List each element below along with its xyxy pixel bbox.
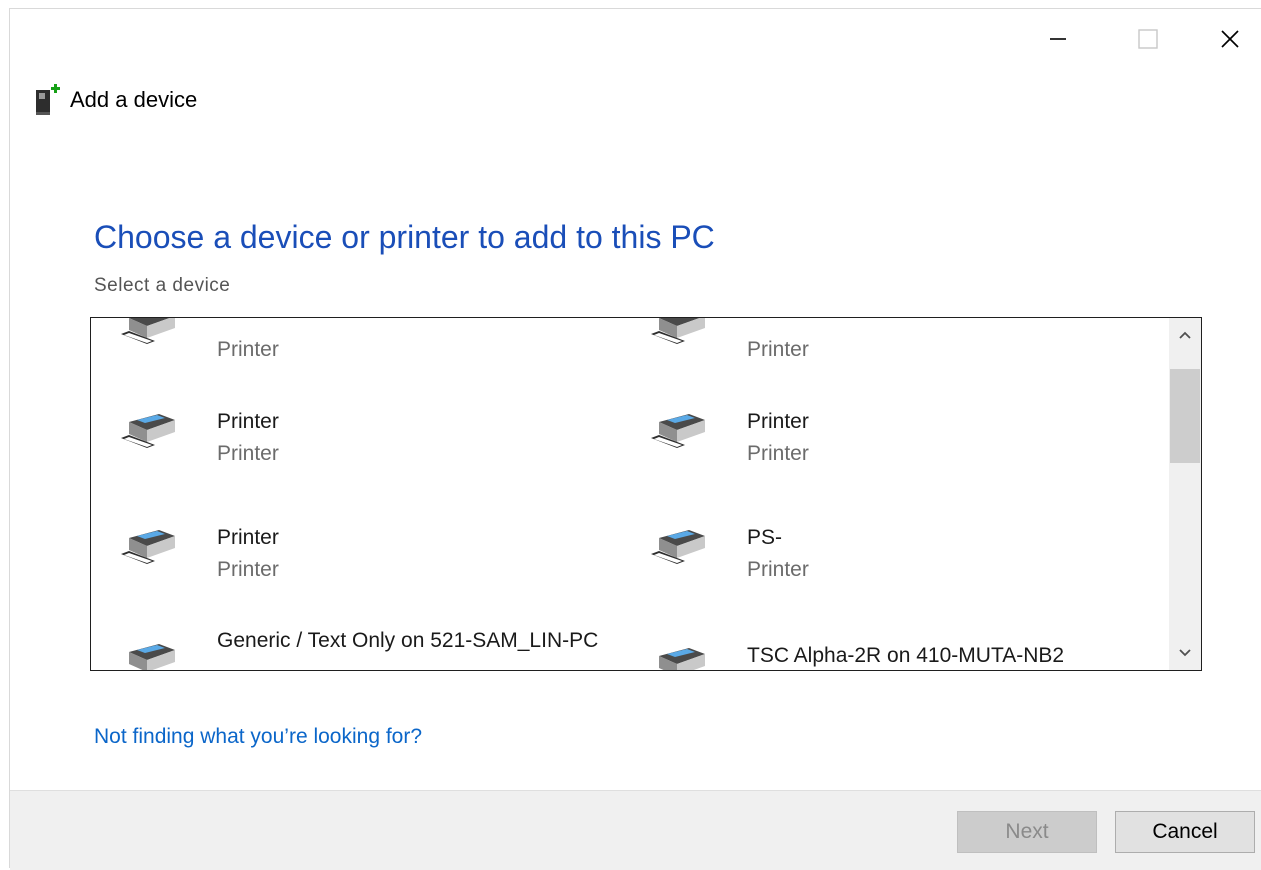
window-title: Add a device xyxy=(70,87,198,112)
next-button[interactable]: Next xyxy=(957,811,1097,853)
chevron-down-icon xyxy=(1179,649,1191,657)
printer-icon xyxy=(651,414,705,448)
title-bar: Add a device xyxy=(34,84,198,115)
printer-icon xyxy=(129,644,175,670)
device-name: TSC Alpha-2R on 410-MUTA-NB2 xyxy=(747,644,1065,667)
page-title: Choose a device or printer to add to thi… xyxy=(94,219,715,255)
printer-icon xyxy=(121,530,175,564)
device-type: Printer xyxy=(217,442,279,465)
device-type: Printer xyxy=(747,558,809,581)
close-button[interactable] xyxy=(1210,23,1250,55)
printer-icon xyxy=(659,648,705,670)
device-name: Printer xyxy=(217,526,279,549)
maximize-button xyxy=(1128,23,1168,55)
cancel-button[interactable]: Cancel xyxy=(1115,811,1255,853)
device-item[interactable]: Generic / Text Only on 521-SAM_LIN-PC xyxy=(119,624,619,670)
device-item[interactable]: Printer Printer xyxy=(649,408,1149,488)
printer-icon xyxy=(651,318,705,344)
printer-icon xyxy=(121,414,175,448)
device-item[interactable]: Printer Printer xyxy=(119,524,619,604)
device-type: Printer xyxy=(217,558,279,581)
not-finding-link[interactable]: Not finding what you’re looking for? xyxy=(94,725,422,749)
device-item[interactable]: Printer xyxy=(649,318,1149,384)
device-item[interactable]: Printer Printer xyxy=(119,408,619,488)
scroll-down-button[interactable] xyxy=(1169,636,1201,670)
printer-icon xyxy=(651,530,705,564)
device-item[interactable]: TSC Alpha-2R on 410-MUTA-NB2 xyxy=(649,624,1149,670)
close-icon xyxy=(1221,30,1239,48)
add-device-icon xyxy=(36,84,60,115)
chevron-up-icon xyxy=(1179,331,1191,339)
device-name: Printer xyxy=(217,410,279,433)
device-list[interactable]: Printer Printer Printer Printer Printer … xyxy=(90,317,1202,671)
printer-icon xyxy=(121,318,175,344)
scroll-up-button[interactable] xyxy=(1169,318,1201,352)
device-type: Printer xyxy=(747,338,809,361)
device-item[interactable]: Printer xyxy=(119,318,619,384)
device-name: Printer xyxy=(747,410,809,433)
minimize-button[interactable] xyxy=(1038,23,1078,55)
add-device-window: Add a device Choose a device or printer … xyxy=(9,8,1261,870)
maximize-icon xyxy=(1138,29,1158,49)
minimize-icon xyxy=(1050,38,1066,40)
device-item[interactable]: PS- Printer xyxy=(649,524,1149,604)
page-subtitle: Select a device xyxy=(94,275,231,296)
scroll-thumb[interactable] xyxy=(1170,369,1200,463)
device-name: Generic / Text Only on 521-SAM_LIN-PC xyxy=(217,629,599,652)
vertical-scrollbar[interactable] xyxy=(1169,318,1201,670)
device-type: Printer xyxy=(217,338,279,361)
device-type: Printer xyxy=(747,442,809,465)
device-name: PS- xyxy=(747,526,783,549)
footer-bar: Next Cancel xyxy=(10,790,1261,870)
